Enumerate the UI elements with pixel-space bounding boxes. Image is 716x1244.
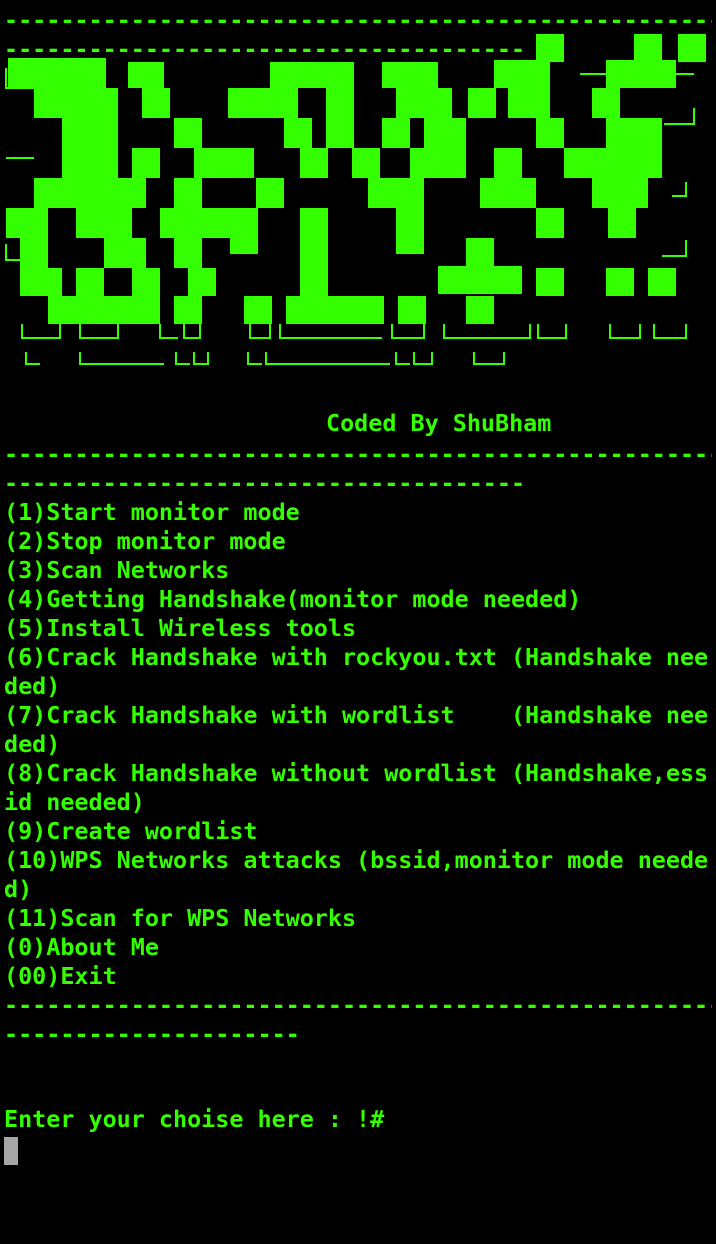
separator-line: --------------------- — [4, 1020, 300, 1048]
text-cursor[interactable] — [4, 1137, 18, 1165]
separator-line: ----------------------------------------… — [4, 440, 712, 468]
menu-item: (2)Stop monitor mode — [4, 527, 286, 555]
menu-item-continuation: d) — [4, 875, 33, 903]
menu-item: (00)Exit — [4, 962, 117, 990]
input-prompt: Enter your choise here : !# — [4, 1105, 385, 1133]
menu-item: (4)Getting Handshake(monitor mode needed… — [4, 585, 582, 613]
menu-block: ----------------------------------------… — [4, 440, 712, 1049]
menu-item: (11)Scan for WPS Networks — [4, 904, 357, 932]
menu-item: (9)Create wordlist — [4, 817, 258, 845]
menu-item-continuation: id needed) — [4, 788, 145, 816]
credit-text: Coded By ShuBham — [326, 409, 552, 437]
menu-item: (3)Scan Networks — [4, 556, 230, 584]
menu-item: (0)About Me — [4, 933, 159, 961]
menu-item: (8)Crack Handshake without wordlist (Han… — [4, 759, 709, 787]
separator-line: ----------------------------------------… — [4, 991, 712, 1019]
menu-item-continuation: ded) — [4, 730, 61, 758]
separator-line: ------------------------------------- — [4, 469, 526, 497]
menu-item: (1)Start monitor mode — [4, 498, 300, 526]
menu-item: (5)Install Wireless tools — [4, 614, 357, 642]
menu-item: (10)WPS Networks attacks (bssid,monitor … — [4, 846, 709, 874]
menu-item: (7)Crack Handshake with wordlist (Handsh… — [4, 701, 709, 729]
menu-item-continuation: ded) — [4, 672, 61, 700]
ascii-banner-logo — [5, 34, 706, 365]
menu-item: (6)Crack Handshake with rockyou.txt (Han… — [4, 643, 709, 671]
